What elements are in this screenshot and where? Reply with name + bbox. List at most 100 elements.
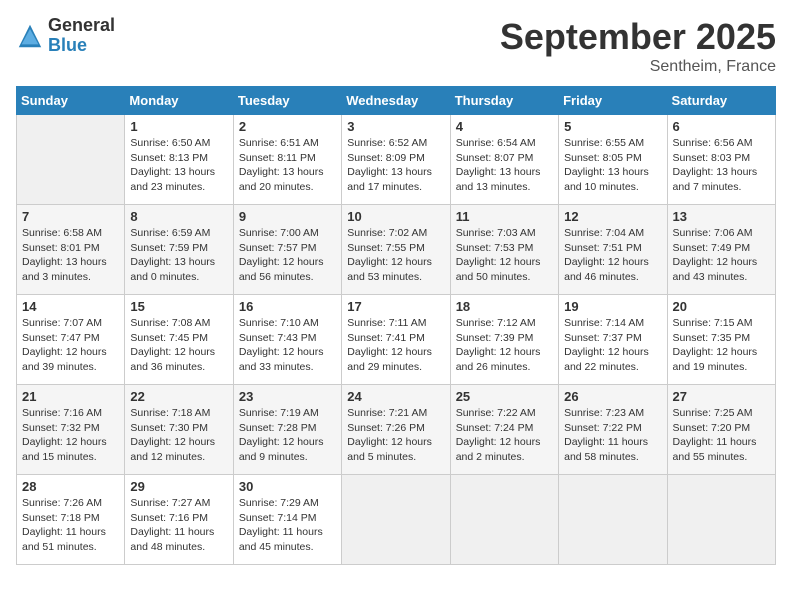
day-info: Sunrise: 6:59 AM Sunset: 7:59 PM Dayligh… bbox=[130, 226, 227, 285]
title-section: September 2025 Sentheim, France bbox=[500, 16, 776, 76]
day-number: 23 bbox=[239, 389, 336, 404]
day-number: 7 bbox=[22, 209, 119, 224]
calendar-cell: 2 Sunrise: 6:51 AM Sunset: 8:11 PM Daylig… bbox=[233, 115, 341, 205]
day-info: Sunrise: 7:02 AM Sunset: 7:55 PM Dayligh… bbox=[347, 226, 444, 285]
day-number: 9 bbox=[239, 209, 336, 224]
calendar-cell bbox=[450, 475, 558, 565]
calendar-cell: 11Sunrise: 7:03 AM Sunset: 7:53 PM Dayli… bbox=[450, 205, 558, 295]
day-number: 30 bbox=[239, 479, 336, 494]
month-title: September 2025 bbox=[500, 16, 776, 58]
calendar-cell: 1 Sunrise: 6:50 AM Sunset: 8:13 PM Daylig… bbox=[125, 115, 233, 205]
calendar-cell: 7Sunrise: 6:58 AM Sunset: 8:01 PM Daylig… bbox=[17, 205, 125, 295]
week-row-3: 14Sunrise: 7:07 AM Sunset: 7:47 PM Dayli… bbox=[17, 295, 776, 385]
calendar-table: SundayMondayTuesdayWednesdayThursdayFrid… bbox=[16, 86, 776, 565]
day-number: 14 bbox=[22, 299, 119, 314]
day-info: Sunrise: 6:56 AM Sunset: 8:03 PM Dayligh… bbox=[673, 136, 770, 195]
logo-blue: Blue bbox=[48, 36, 115, 56]
day-info: Sunrise: 7:15 AM Sunset: 7:35 PM Dayligh… bbox=[673, 316, 770, 375]
day-number: 20 bbox=[673, 299, 770, 314]
header-cell-tuesday: Tuesday bbox=[233, 87, 341, 115]
day-number: 1 bbox=[130, 119, 227, 134]
calendar-cell: 18 Sunrise: 7:12 AM Sunset: 7:39 PM Dayli… bbox=[450, 295, 558, 385]
calendar-cell: 23 Sunrise: 7:19 AM Sunset: 7:28 PM Dayli… bbox=[233, 385, 341, 475]
calendar-cell: 25Sunrise: 7:22 AM Sunset: 7:24 PM Dayli… bbox=[450, 385, 558, 475]
calendar-cell bbox=[17, 115, 125, 205]
day-info: Sunrise: 7:22 AM Sunset: 7:24 PM Dayligh… bbox=[456, 406, 553, 465]
day-info: Sunrise: 7:26 AM Sunset: 7:18 PM Dayligh… bbox=[22, 496, 119, 555]
day-number: 24 bbox=[347, 389, 444, 404]
day-number: 26 bbox=[564, 389, 661, 404]
calendar-cell: 16Sunrise: 7:10 AM Sunset: 7:43 PM Dayli… bbox=[233, 295, 341, 385]
week-row-2: 7Sunrise: 6:58 AM Sunset: 8:01 PM Daylig… bbox=[17, 205, 776, 295]
day-number: 6 bbox=[673, 119, 770, 134]
day-info: Sunrise: 7:04 AM Sunset: 7:51 PM Dayligh… bbox=[564, 226, 661, 285]
header-cell-saturday: Saturday bbox=[667, 87, 775, 115]
header-cell-wednesday: Wednesday bbox=[342, 87, 450, 115]
day-number: 29 bbox=[130, 479, 227, 494]
day-info: Sunrise: 6:52 AM Sunset: 8:09 PM Dayligh… bbox=[347, 136, 444, 195]
day-number: 5 bbox=[564, 119, 661, 134]
calendar-cell: 8 Sunrise: 6:59 AM Sunset: 7:59 PM Daylig… bbox=[125, 205, 233, 295]
day-number: 13 bbox=[673, 209, 770, 224]
day-number: 10 bbox=[347, 209, 444, 224]
header-cell-monday: Monday bbox=[125, 87, 233, 115]
day-info: Sunrise: 6:51 AM Sunset: 8:11 PM Dayligh… bbox=[239, 136, 336, 195]
header-cell-friday: Friday bbox=[559, 87, 667, 115]
day-info: Sunrise: 7:23 AM Sunset: 7:22 PM Dayligh… bbox=[564, 406, 661, 465]
day-number: 4 bbox=[456, 119, 553, 134]
header-row: SundayMondayTuesdayWednesdayThursdayFrid… bbox=[17, 87, 776, 115]
day-info: Sunrise: 7:29 AM Sunset: 7:14 PM Dayligh… bbox=[239, 496, 336, 555]
header-cell-thursday: Thursday bbox=[450, 87, 558, 115]
logo-icon bbox=[16, 22, 44, 50]
header-cell-sunday: Sunday bbox=[17, 87, 125, 115]
day-info: Sunrise: 7:25 AM Sunset: 7:20 PM Dayligh… bbox=[673, 406, 770, 465]
calendar-body: 1 Sunrise: 6:50 AM Sunset: 8:13 PM Daylig… bbox=[17, 115, 776, 565]
day-number: 11 bbox=[456, 209, 553, 224]
day-number: 18 bbox=[456, 299, 553, 314]
day-number: 2 bbox=[239, 119, 336, 134]
calendar-cell: 12 Sunrise: 7:04 AM Sunset: 7:51 PM Dayli… bbox=[559, 205, 667, 295]
calendar-cell: 22Sunrise: 7:18 AM Sunset: 7:30 PM Dayli… bbox=[125, 385, 233, 475]
day-info: Sunrise: 7:16 AM Sunset: 7:32 PM Dayligh… bbox=[22, 406, 119, 465]
logo-text: General Blue bbox=[48, 16, 115, 56]
calendar-cell: 10 Sunrise: 7:02 AM Sunset: 7:55 PM Dayli… bbox=[342, 205, 450, 295]
day-info: Sunrise: 6:50 AM Sunset: 8:13 PM Dayligh… bbox=[130, 136, 227, 195]
day-info: Sunrise: 7:00 AM Sunset: 7:57 PM Dayligh… bbox=[239, 226, 336, 285]
week-row-5: 28Sunrise: 7:26 AM Sunset: 7:18 PM Dayli… bbox=[17, 475, 776, 565]
calendar-cell: 29 Sunrise: 7:27 AM Sunset: 7:16 PM Dayli… bbox=[125, 475, 233, 565]
calendar-cell: 20 Sunrise: 7:15 AM Sunset: 7:35 PM Dayli… bbox=[667, 295, 775, 385]
week-row-4: 21 Sunrise: 7:16 AM Sunset: 7:32 PM Dayli… bbox=[17, 385, 776, 475]
day-info: Sunrise: 7:11 AM Sunset: 7:41 PM Dayligh… bbox=[347, 316, 444, 375]
calendar-cell: 17Sunrise: 7:11 AM Sunset: 7:41 PM Dayli… bbox=[342, 295, 450, 385]
calendar-cell: 21 Sunrise: 7:16 AM Sunset: 7:32 PM Dayli… bbox=[17, 385, 125, 475]
day-number: 12 bbox=[564, 209, 661, 224]
calendar-header: SundayMondayTuesdayWednesdayThursdayFrid… bbox=[17, 87, 776, 115]
calendar-cell: 30 Sunrise: 7:29 AM Sunset: 7:14 PM Dayli… bbox=[233, 475, 341, 565]
day-number: 27 bbox=[673, 389, 770, 404]
day-info: Sunrise: 7:06 AM Sunset: 7:49 PM Dayligh… bbox=[673, 226, 770, 285]
week-row-1: 1 Sunrise: 6:50 AM Sunset: 8:13 PM Daylig… bbox=[17, 115, 776, 205]
calendar-cell: 4Sunrise: 6:54 AM Sunset: 8:07 PM Daylig… bbox=[450, 115, 558, 205]
calendar-cell bbox=[559, 475, 667, 565]
calendar-cell: 15Sunrise: 7:08 AM Sunset: 7:45 PM Dayli… bbox=[125, 295, 233, 385]
day-info: Sunrise: 6:55 AM Sunset: 8:05 PM Dayligh… bbox=[564, 136, 661, 195]
calendar-cell: 24Sunrise: 7:21 AM Sunset: 7:26 PM Dayli… bbox=[342, 385, 450, 475]
calendar-cell: 13 Sunrise: 7:06 AM Sunset: 7:49 PM Dayli… bbox=[667, 205, 775, 295]
day-number: 8 bbox=[130, 209, 227, 224]
day-info: Sunrise: 7:10 AM Sunset: 7:43 PM Dayligh… bbox=[239, 316, 336, 375]
calendar-cell: 19Sunrise: 7:14 AM Sunset: 7:37 PM Dayli… bbox=[559, 295, 667, 385]
calendar-cell: 5 Sunrise: 6:55 AM Sunset: 8:05 PM Daylig… bbox=[559, 115, 667, 205]
day-info: Sunrise: 7:18 AM Sunset: 7:30 PM Dayligh… bbox=[130, 406, 227, 465]
day-number: 21 bbox=[22, 389, 119, 404]
page-header: General Blue September 2025 Sentheim, Fr… bbox=[16, 16, 776, 76]
calendar-cell: 14Sunrise: 7:07 AM Sunset: 7:47 PM Dayli… bbox=[17, 295, 125, 385]
location-subtitle: Sentheim, France bbox=[500, 58, 776, 76]
calendar-cell bbox=[667, 475, 775, 565]
day-number: 15 bbox=[130, 299, 227, 314]
day-info: Sunrise: 7:19 AM Sunset: 7:28 PM Dayligh… bbox=[239, 406, 336, 465]
calendar-cell bbox=[342, 475, 450, 565]
day-info: Sunrise: 7:27 AM Sunset: 7:16 PM Dayligh… bbox=[130, 496, 227, 555]
calendar-cell: 28Sunrise: 7:26 AM Sunset: 7:18 PM Dayli… bbox=[17, 475, 125, 565]
logo: General Blue bbox=[16, 16, 115, 56]
day-info: Sunrise: 7:12 AM Sunset: 7:39 PM Dayligh… bbox=[456, 316, 553, 375]
